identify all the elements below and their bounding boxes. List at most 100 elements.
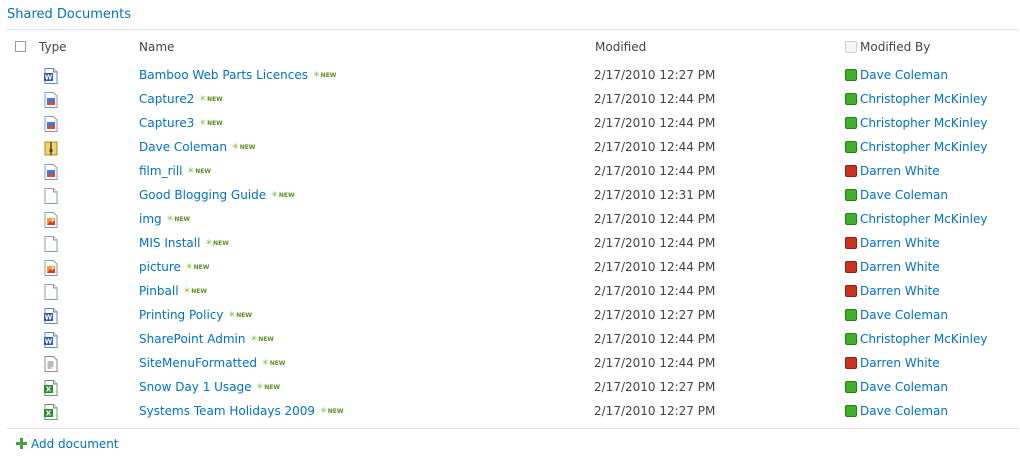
presence-status-icon[interactable] <box>845 405 857 417</box>
document-name[interactable]: Snow Day 1 Usage <box>139 380 252 394</box>
presence-status-icon[interactable] <box>845 165 857 177</box>
document-name[interactable]: Systems Team Holidays 2009 <box>139 404 315 418</box>
document-name[interactable]: Capture3 <box>139 116 194 130</box>
document-name-link[interactable]: SharePoint Admin ✳NEW <box>139 332 274 346</box>
presence-status-icon[interactable] <box>845 333 857 345</box>
presence-status-icon[interactable] <box>845 93 857 105</box>
modified-by-link[interactable]: Darren White <box>860 236 940 250</box>
presence-status-icon[interactable] <box>845 189 857 201</box>
document-name[interactable]: MIS Install <box>139 236 200 250</box>
table-row[interactable]: Capture3 ✳NEW 2/17/2010 12:44 PM Christophe… <box>0 112 1020 136</box>
document-name[interactable]: Printing Policy <box>139 308 224 322</box>
table-row[interactable]: Good Blogging Guide ✳NEW 2/17/2010 12:31 P… <box>0 184 1020 208</box>
word-doc-icon[interactable]: W <box>44 308 58 324</box>
add-document-link[interactable]: Add document <box>16 437 119 451</box>
new-star-icon: ✳ <box>199 94 207 103</box>
modified-by-link[interactable]: Christopher McKinley <box>860 212 987 226</box>
document-name[interactable]: SharePoint Admin <box>139 332 245 346</box>
modified-by-link[interactable]: Darren White <box>860 164 940 178</box>
picture-file-icon[interactable] <box>44 212 58 228</box>
table-row[interactable]: MIS Install ✳NEW 2/17/2010 12:44 PM Darren … <box>0 232 1020 256</box>
document-name[interactable]: film_rill <box>139 164 183 178</box>
table-row[interactable]: X Systems Team Holidays 2009 ✳NEW 2/17/2010… <box>0 400 1020 424</box>
document-name[interactable]: picture <box>139 260 181 274</box>
modified-by-link[interactable]: Dave Coleman <box>860 308 948 322</box>
table-row[interactable]: W Printing Policy ✳NEW 2/17/2010 12:27 PM Da… <box>0 304 1020 328</box>
document-name[interactable]: Good Blogging Guide <box>139 188 266 202</box>
modified-by-link[interactable]: Christopher McKinley <box>860 332 987 346</box>
document-name[interactable]: SiteMenuFormatted <box>139 356 257 370</box>
presence-status-icon[interactable] <box>845 357 857 369</box>
blank-file-icon[interactable] <box>44 188 58 204</box>
modified-by-link[interactable]: Darren White <box>860 356 940 370</box>
image-file-icon[interactable] <box>44 164 58 180</box>
modified-by-link[interactable]: Dave Coleman <box>860 404 948 418</box>
excel-doc-icon[interactable]: X <box>44 380 58 396</box>
presence-status-icon[interactable] <box>845 261 857 273</box>
document-name-link[interactable]: Good Blogging Guide ✳NEW <box>139 188 295 202</box>
blank-file-icon[interactable] <box>44 284 58 300</box>
document-name-link[interactable]: Dave Coleman ✳NEW <box>139 140 255 154</box>
document-name[interactable]: Bamboo Web Parts Licences <box>139 68 308 82</box>
list-title[interactable]: Shared Documents <box>7 7 131 22</box>
document-name-link[interactable]: SiteMenuFormatted ✳NEW <box>139 356 285 370</box>
table-row[interactable]: X Snow Day 1 Usage ✳NEW 2/17/2010 12:27 PM D… <box>0 376 1020 400</box>
table-row[interactable]: Pinball ✳NEW 2/17/2010 12:44 PM Darren Whit… <box>0 280 1020 304</box>
table-row[interactable]: W Bamboo Web Parts Licences ✳NEW 2/17/2010 … <box>0 64 1020 88</box>
document-name-link[interactable]: Printing Policy ✳NEW <box>139 308 252 322</box>
table-row[interactable]: film_rill ✳NEW 2/17/2010 12:44 PM Darren Wh… <box>0 160 1020 184</box>
select-all-checkbox[interactable] <box>15 41 26 52</box>
modified-by-link[interactable]: Dave Coleman <box>860 68 948 82</box>
column-header-modified-by[interactable]: Modified By <box>860 40 930 54</box>
modified-by-link[interactable]: Darren White <box>860 284 940 298</box>
document-name-link[interactable]: Systems Team Holidays 2009 ✳NEW <box>139 404 344 418</box>
text-file-icon[interactable] <box>44 356 58 372</box>
presence-status-icon[interactable] <box>845 117 857 129</box>
presence-status-icon[interactable] <box>845 309 857 321</box>
word-doc-icon[interactable]: W <box>44 68 58 84</box>
document-name-link[interactable]: Snow Day 1 Usage ✳NEW <box>139 380 280 394</box>
modified-by-link[interactable]: Darren White <box>860 260 940 274</box>
image-file-icon[interactable] <box>44 116 58 132</box>
document-name[interactable]: Dave Coleman <box>139 140 227 154</box>
presence-status-icon[interactable] <box>845 213 857 225</box>
picture-file-icon[interactable] <box>44 260 58 276</box>
document-name-link[interactable]: film_rill ✳NEW <box>139 164 211 178</box>
presence-status-icon[interactable] <box>845 69 857 81</box>
new-star-icon: ✳ <box>231 142 239 151</box>
presence-status-icon[interactable] <box>845 285 857 297</box>
document-name-link[interactable]: Bamboo Web Parts Licences ✳NEW <box>139 68 336 82</box>
presence-status-icon[interactable] <box>845 237 857 249</box>
document-name-link[interactable]: Capture3 ✳NEW <box>139 116 223 130</box>
column-header-type[interactable]: Type <box>39 40 67 54</box>
table-row[interactable]: Capture2 ✳NEW 2/17/2010 12:44 PM Christophe… <box>0 88 1020 112</box>
modified-by-link[interactable]: Dave Coleman <box>860 380 948 394</box>
modified-by-link[interactable]: Christopher McKinley <box>860 116 987 130</box>
modified-by-link[interactable]: Christopher McKinley <box>860 140 987 154</box>
document-name-link[interactable]: img ✳NEW <box>139 212 190 226</box>
table-row[interactable]: W SharePoint Admin ✳NEW 2/17/2010 12:44 PM C… <box>0 328 1020 352</box>
presence-status-icon[interactable] <box>845 141 857 153</box>
table-row[interactable]: Dave Coleman ✳NEW 2/17/2010 12:44 PM Christ… <box>0 136 1020 160</box>
table-row[interactable]: picture ✳NEW 2/17/2010 12:44 PM Darren Whit… <box>0 256 1020 280</box>
document-name[interactable]: img <box>139 212 162 226</box>
column-header-modified[interactable]: Modified <box>595 40 646 54</box>
document-name-link[interactable]: MIS Install ✳NEW <box>139 236 229 250</box>
modified-by-link[interactable]: Dave Coleman <box>860 188 948 202</box>
blank-file-icon[interactable] <box>44 236 58 252</box>
title-divider <box>7 29 1018 30</box>
table-row[interactable]: SiteMenuFormatted ✳NEW 2/17/2010 12:44 PM D… <box>0 352 1020 376</box>
word-doc-icon[interactable]: W <box>44 332 58 348</box>
excel-doc-icon[interactable]: X <box>44 404 58 420</box>
document-name-link[interactable]: Capture2 ✳NEW <box>139 92 223 106</box>
document-name-link[interactable]: picture ✳NEW <box>139 260 209 274</box>
image-file-icon[interactable] <box>44 92 58 108</box>
modified-by-link[interactable]: Christopher McKinley <box>860 92 987 106</box>
presence-status-icon[interactable] <box>845 381 857 393</box>
document-name-link[interactable]: Pinball ✳NEW <box>139 284 207 298</box>
document-name[interactable]: Capture2 <box>139 92 194 106</box>
document-name[interactable]: Pinball <box>139 284 179 298</box>
zip-file-icon[interactable] <box>44 140 58 156</box>
column-header-name[interactable]: Name <box>139 40 174 54</box>
table-row[interactable]: img ✳NEW 2/17/2010 12:44 PM Christopher McK… <box>0 208 1020 232</box>
